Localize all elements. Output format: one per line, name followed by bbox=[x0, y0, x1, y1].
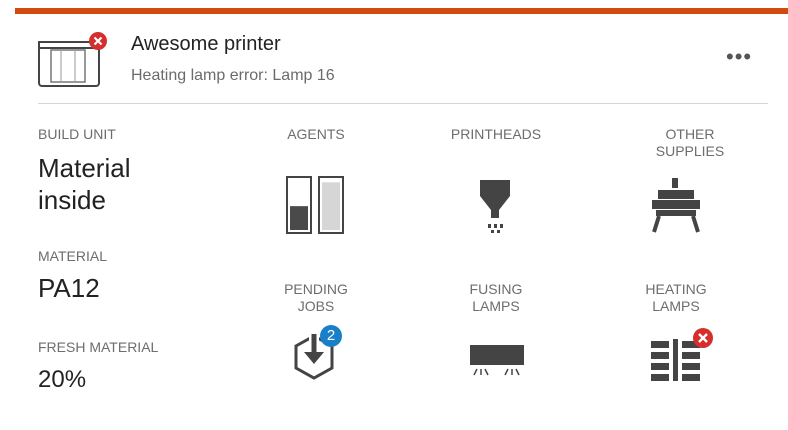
build-unit-label: BUILD UNIT bbox=[38, 126, 116, 142]
agents-icon[interactable] bbox=[285, 175, 347, 237]
printer-name: Awesome printer bbox=[131, 33, 281, 55]
agents-label: AGENTS bbox=[287, 126, 345, 142]
heating-lamps-label: HEATING LAMPS bbox=[645, 281, 707, 314]
material-label: MATERIAL bbox=[38, 248, 107, 264]
other-supplies-label: OTHER SUPPLIES bbox=[655, 126, 725, 159]
supplies-icon[interactable] bbox=[650, 176, 702, 234]
fresh-material-value: 20% bbox=[38, 366, 87, 393]
printheads-label: PRINTHEADS bbox=[450, 126, 542, 142]
pending-jobs-label: PENDING JOBS bbox=[284, 281, 348, 314]
fusing-lamp-icon[interactable] bbox=[468, 343, 526, 379]
material-value: PA12 bbox=[38, 273, 100, 303]
download-icon[interactable]: 2 bbox=[290, 325, 348, 382]
fusing-lamps-label: FUSING LAMPS bbox=[469, 281, 523, 314]
accent-bar bbox=[15, 8, 788, 14]
printhead-icon[interactable] bbox=[472, 178, 518, 234]
fresh-material-label: FRESH MATERIAL bbox=[38, 339, 159, 355]
printer-icon bbox=[37, 32, 109, 90]
pending-jobs-count-badge: 2 bbox=[320, 325, 342, 347]
heating-lamp-icon[interactable] bbox=[649, 327, 717, 383]
more-options-icon[interactable]: ••• bbox=[726, 46, 752, 68]
build-unit-value: Material inside bbox=[38, 153, 131, 215]
header-divider bbox=[38, 103, 768, 104]
printer-status-message: Heating lamp error: Lamp 16 bbox=[131, 67, 335, 84]
